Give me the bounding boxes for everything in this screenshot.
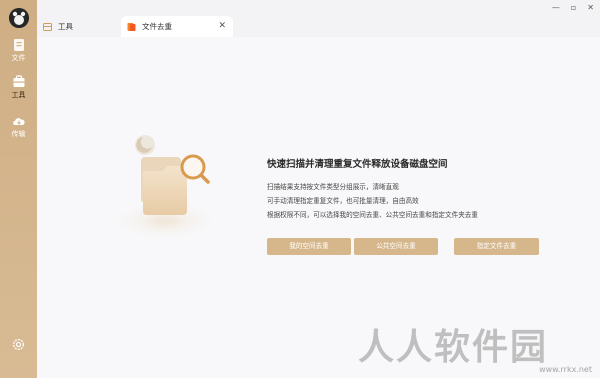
gear-icon[interactable] (11, 337, 26, 352)
cloud-transfer-icon (12, 118, 25, 125)
tools-tab-icon (43, 22, 52, 31)
avatar[interactable] (9, 8, 29, 28)
description-line: 根据权限不同，可以选择我的空间去重、公共空间去重和指定文件夹去重 (267, 211, 478, 219)
tab-dedupe[interactable]: 文件去重 ✕ (121, 16, 233, 37)
description-line: 可手动清理指定重复文件，也可批量清理，自由高效 (267, 197, 419, 205)
sidebar-item-transfer[interactable]: 传输 (0, 114, 37, 139)
sidebar-item-label: 文件 (11, 54, 26, 62)
file-icon (13, 39, 24, 51)
sidebar: 文件 工具 传输 (0, 0, 37, 378)
sidebar-item-files[interactable]: 文件 (0, 38, 37, 63)
minimize-button[interactable]: — (552, 3, 560, 13)
tab-tools[interactable]: 工具 (43, 16, 73, 37)
tab-label: 工具 (58, 22, 73, 31)
tab-bar: 工具 文件去重 ✕ — ▫ ✕ (37, 0, 600, 37)
watermark: 人人软件园 (358, 327, 549, 368)
sidebar-item-tools[interactable]: 工具 (0, 75, 37, 100)
toolbox-icon (13, 75, 24, 87)
page-title: 快速扫描并清理重复文件释放设备磁盘空间 (267, 159, 448, 170)
folder-search-illustration (107, 135, 223, 241)
window-controls: — ▫ ✕ (552, 3, 594, 13)
my-space-dedupe-button[interactable]: 我的空间去重 (267, 238, 351, 255)
tab-label: 文件去重 (142, 22, 172, 31)
public-space-dedupe-button[interactable]: 公共空间去重 (354, 238, 438, 255)
sidebar-item-label: 传输 (11, 130, 26, 138)
watermark-url: www.rrkx.net (539, 365, 592, 374)
close-window-button[interactable]: ✕ (587, 3, 594, 13)
sidebar-item-label: 工具 (11, 91, 26, 99)
specified-file-dedupe-button[interactable]: 指定文件去重 (454, 238, 539, 255)
dedupe-tab-icon (127, 22, 136, 31)
close-icon[interactable]: ✕ (218, 21, 226, 31)
description-line: 扫描结果支持按文件类型分组展示，清晰直观 (267, 183, 399, 191)
maximize-button[interactable]: ▫ (571, 3, 576, 13)
